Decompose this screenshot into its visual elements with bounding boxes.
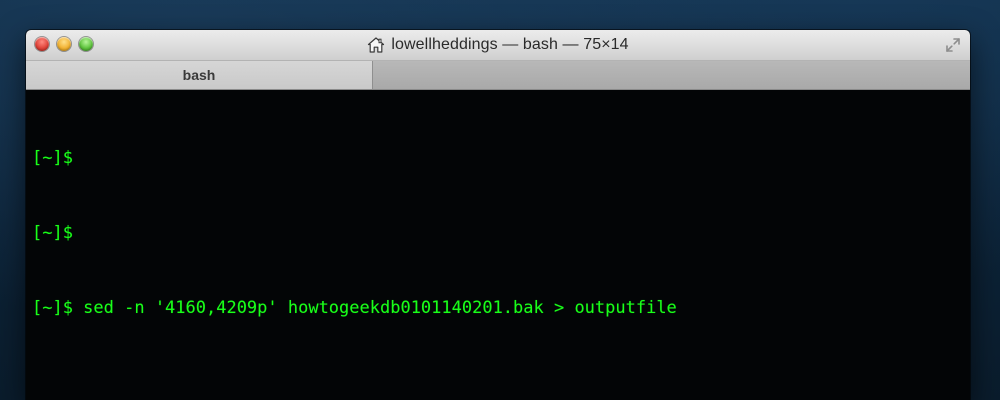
terminal-line-2: [~]$ xyxy=(32,223,73,243)
tab-label: bash xyxy=(182,67,216,83)
fullscreen-icon[interactable] xyxy=(944,36,962,54)
window-title: lowellheddings — bash — 75×14 xyxy=(26,30,970,60)
terminal-line-1: [~]$ xyxy=(32,148,73,168)
desktop-background: lowellheddings — bash — 75×14 bash [~]$ … xyxy=(0,0,1000,400)
terminal-line-3: [~]$ sed -n '4160,4209p' howtogeekdb0101… xyxy=(32,298,677,318)
terminal-window: lowellheddings — bash — 75×14 bash [~]$ … xyxy=(26,30,970,400)
window-title-text: lowellheddings — bash — 75×14 xyxy=(391,36,629,53)
terminal-output[interactable]: [~]$ [~]$ [~]$ sed -n '4160,4209p' howto… xyxy=(26,90,970,400)
window-titlebar[interactable]: lowellheddings — bash — 75×14 xyxy=(26,30,970,61)
tab-bar: bash xyxy=(26,61,970,90)
home-icon xyxy=(367,36,385,54)
tab-bash[interactable]: bash xyxy=(26,61,373,89)
